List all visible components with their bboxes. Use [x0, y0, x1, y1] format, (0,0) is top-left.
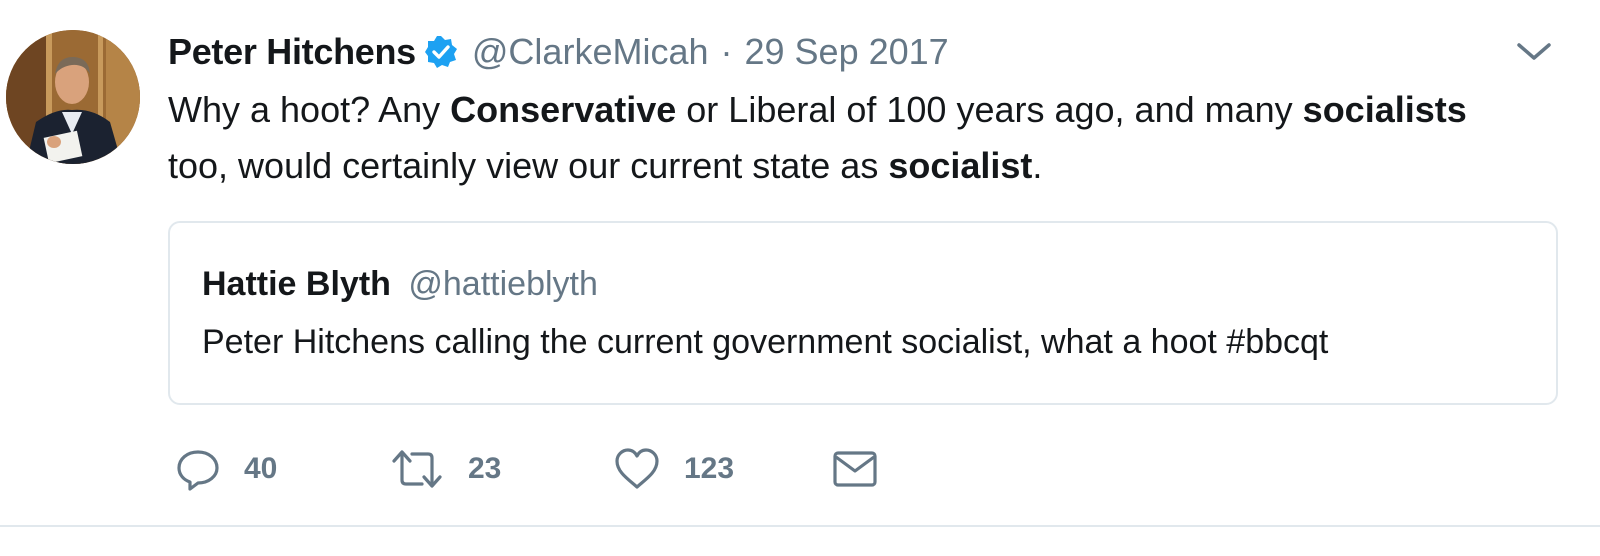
retweet-count: 23 — [468, 452, 502, 485]
tweet-text: Why a hoot? Any Conservative or Liberal … — [168, 82, 1578, 194]
tweet-header: Peter Hitchens @ClarkeMicah · 29 Sep 201… — [168, 30, 949, 74]
separator-dot: · — [720, 31, 733, 72]
tweet-text-bold: socialists — [1302, 89, 1467, 130]
tweet-text-part: or Liberal of 100 years ago, and many — [676, 89, 1303, 130]
envelope-icon — [832, 449, 878, 489]
like-count: 123 — [684, 452, 735, 485]
quoted-tweet-header: Hattie Blyth @hattieblyth — [202, 265, 598, 304]
quoted-tweet[interactable]: Hattie Blyth @hattieblyth Peter Hitchens… — [168, 221, 1558, 405]
reply-button[interactable]: 40 — [176, 444, 277, 494]
like-button[interactable]: 123 — [614, 444, 734, 494]
author-handle[interactable]: @ClarkeMicah — [472, 31, 709, 73]
avatar-photo — [6, 30, 140, 164]
direct-message-button[interactable] — [832, 444, 878, 494]
tweet-text-bold: socialist — [888, 145, 1033, 186]
chevron-down-icon[interactable] — [1516, 40, 1552, 64]
quoted-author-name: Hattie Blyth — [202, 265, 391, 303]
verified-badge-icon — [424, 35, 458, 69]
avatar[interactable] — [6, 30, 140, 164]
reply-count: 40 — [244, 452, 278, 485]
retweet-button[interactable]: 23 — [390, 444, 501, 494]
tweet-card[interactable]: Peter Hitchens @ClarkeMicah · 29 Sep 201… — [0, 0, 1600, 527]
quoted-tweet-text: Peter Hitchens calling the current gover… — [202, 323, 1329, 361]
reply-icon — [176, 447, 220, 491]
author-name[interactable]: Peter Hitchens — [168, 31, 416, 73]
tweet-text-part: too, would certainly view our current st… — [168, 145, 889, 186]
quoted-author-handle: @hattieblyth — [408, 265, 598, 303]
tweet-text-part: . — [1032, 145, 1043, 186]
tweet-text-part: Why a hoot? Any — [168, 89, 451, 130]
tweet-text-bold: Conservative — [450, 89, 677, 130]
heart-icon — [614, 447, 660, 491]
tweet-date[interactable]: 29 Sep 2017 — [745, 31, 949, 73]
retweet-icon — [390, 447, 444, 491]
